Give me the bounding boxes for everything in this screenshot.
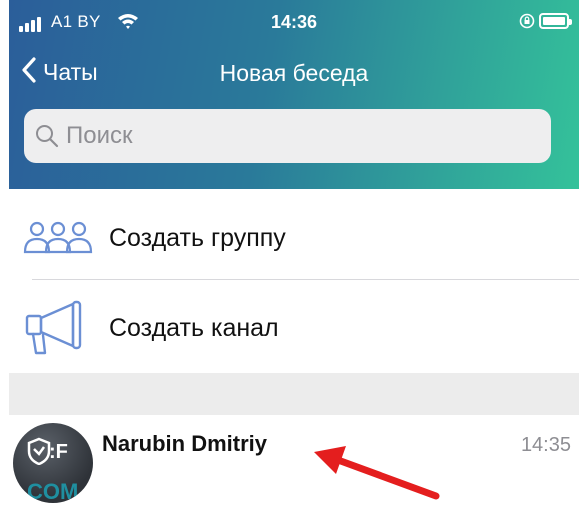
status-time: 14:36 (270, 12, 318, 32)
battery-icon (539, 13, 572, 29)
create-channel-label: Создать канал (109, 313, 279, 342)
divider (32, 279, 579, 280)
orientation-lock-icon (519, 13, 535, 34)
megaphone-icon (23, 298, 93, 358)
create-group-label: Создать группу (109, 223, 286, 252)
back-button[interactable]: Чаты (21, 56, 98, 89)
group-icon (23, 221, 93, 255)
navigation-bar: Чаты Новая беседа (9, 52, 579, 96)
chat-time: 14:35 (520, 434, 571, 456)
create-group-button[interactable]: Создать группу (9, 193, 579, 283)
search-icon (34, 123, 60, 149)
search-input[interactable]: Поиск (24, 109, 551, 163)
back-label: Чаты (43, 59, 98, 85)
chat-name: Narubin Dmitriy (102, 431, 268, 456)
header: A1 BY 14:36 Чаты Новая беседа Поиск (9, 0, 579, 189)
search-placeholder: Поиск (66, 122, 133, 149)
chat-list-item[interactable]: :F COM Narubin Dmitriy 14:35 (9, 415, 579, 506)
section-separator (9, 373, 579, 415)
avatar: :F COM (13, 423, 93, 503)
status-bar: A1 BY 14:36 (9, 0, 579, 46)
create-channel-button[interactable]: Создать канал (9, 283, 579, 373)
chevron-left-icon (21, 56, 37, 89)
